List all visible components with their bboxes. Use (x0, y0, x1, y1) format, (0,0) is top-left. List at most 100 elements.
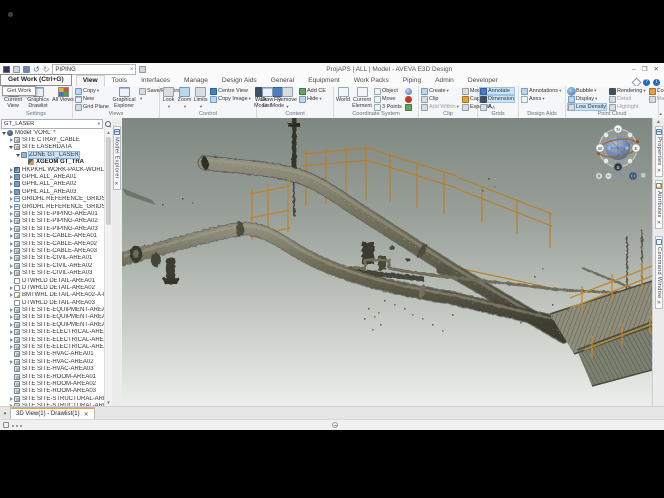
tree-expander-icon[interactable] (8, 233, 14, 240)
tree-item[interactable]: GRIDHL REFERENCE_GRIDS (0, 196, 104, 203)
ribbon-tab-admin[interactable]: Admin (428, 75, 461, 86)
graphical-explorer-button[interactable]: Graphical Explorer (111, 87, 137, 110)
display-button[interactable]: Display▾ (567, 95, 607, 103)
ribbon-tab-manage[interactable]: Manage (177, 75, 215, 86)
tree-scrollbar[interactable]: ▲ ▼ (104, 129, 112, 406)
tree-expander-icon[interactable] (8, 240, 14, 247)
tree-expander-icon[interactable] (8, 210, 14, 217)
tree-expander-icon[interactable] (8, 255, 14, 262)
object-button[interactable]: Object (373, 87, 403, 95)
new-view-button[interactable]: New (74, 95, 110, 103)
tree-expander-icon[interactable] (8, 218, 14, 225)
splitter-icon[interactable] (332, 422, 338, 428)
tree-item[interactable]: SITE SITE-ELECTRICAL-AREA01 (0, 329, 104, 336)
tree-item[interactable]: XGEOM GT_TRA (0, 159, 104, 166)
panel-tab-attributes[interactable]: Attributes✕ (655, 180, 663, 229)
highlight-button[interactable]: Highlight (608, 103, 647, 111)
scroll-down-icon[interactable]: ▼ (105, 399, 112, 406)
detail-button[interactable]: Detail (608, 95, 647, 103)
tree-item[interactable]: SITE SITE-CABLE-AREA02 (0, 240, 104, 247)
clear-icon[interactable]: × (130, 67, 134, 73)
scroll-up-icon[interactable]: ▲ (105, 129, 112, 136)
ribbon-tab-piping[interactable]: Piping (396, 75, 428, 86)
tree-item[interactable]: SITE SITE-CIVIL-AREA02 (0, 262, 104, 269)
bubble-button[interactable]: Bubble▾ (567, 87, 607, 95)
tree-expander-icon[interactable] (8, 344, 14, 351)
hide-button[interactable]: Hide▾ (298, 95, 327, 103)
chevron-down-icon[interactable]: ▾ (98, 121, 100, 127)
all-views-button[interactable]: All Views (51, 87, 75, 104)
tree-item[interactable]: GPHL ALL_AREA02 (0, 181, 104, 188)
tree-expander-icon[interactable] (8, 307, 14, 314)
tree-item[interactable]: SITE SITE-CIVIL-AREA03 (0, 269, 104, 276)
tree-item[interactable]: SITE SITE-CABLE-AREA03 (0, 247, 104, 254)
coord-globe-button[interactable] (404, 87, 414, 95)
help-icon[interactable]: ? (643, 79, 650, 86)
ribbon-tab-interfaces[interactable]: Interfaces (134, 75, 177, 86)
move-button[interactable]: Move (373, 95, 403, 103)
select-icon[interactable] (23, 66, 30, 73)
ribbon-tab-work-packs[interactable]: Work Packs (347, 75, 396, 86)
centre-view-button[interactable]: Centre View (209, 87, 252, 95)
tree-expander-icon[interactable] (8, 181, 14, 188)
ribbon-tab-get-work-ctrl-g-[interactable]: Get Work (Ctrl+G) (0, 74, 72, 86)
annotations-button[interactable]: Annotations▾ (520, 87, 562, 95)
clip-create-button[interactable]: Create▾ (420, 87, 460, 95)
save-icon[interactable] (13, 66, 20, 73)
tree-item[interactable]: SITE CTRAY_CABLE (0, 136, 104, 143)
tree-item[interactable]: SITE SITE-ROOM-AREA01 (0, 373, 104, 380)
three-points-button[interactable]: 3 Points (373, 103, 403, 111)
panel-tab-properties[interactable]: Properties✕ (655, 126, 663, 177)
remove-button[interactable]: Remove▾ (277, 87, 297, 110)
pin-icon[interactable] (139, 66, 146, 73)
tree-expander-icon[interactable] (8, 336, 14, 343)
ribbon-tab-view[interactable]: View (76, 75, 105, 86)
tree-item[interactable]: DTWRLD DETAIL-AREA01 (0, 277, 104, 284)
tree-item[interactable]: SITE SITE-HVAC-AREA02 (0, 358, 104, 365)
tree-expander-icon[interactable] (8, 166, 14, 173)
app-icon[interactable] (3, 66, 10, 73)
tree-item[interactable]: SITE SITE-ROOM-AREA02 (0, 380, 104, 387)
tree-expander-icon[interactable] (8, 270, 14, 277)
tree-item[interactable]: SITE SITE-EQUIPMENT-AREA02 (0, 314, 104, 321)
tree-item[interactable]: SITE SITE-HVAC-AREA03 (0, 366, 104, 373)
tree-expander-icon[interactable] (8, 196, 14, 203)
ribbon-tab-developer[interactable]: Developer (461, 75, 505, 86)
axes-button[interactable]: Axes▾ (520, 95, 562, 103)
tree-item[interactable]: SITE SITE-PIPING-AREA01 (0, 210, 104, 217)
tree-expander-icon[interactable] (8, 314, 14, 321)
viewport-3d[interactable]: N E S W (122, 118, 652, 406)
copy-view-button[interactable]: Copy▾ (74, 87, 110, 95)
tree-item[interactable]: SITE SITE-ELECTRICAL-AREA02 (0, 336, 104, 343)
tree-item[interactable]: HKPKHL WORK-PACK-WORLD001 (0, 166, 104, 173)
draw-list-button[interactable]: Draw List (258, 87, 276, 110)
coord-red-button[interactable] (404, 95, 414, 103)
tree-expander-icon[interactable] (8, 247, 14, 254)
tree-expander-icon[interactable] (8, 321, 14, 328)
tree-expander-icon[interactable] (8, 137, 14, 144)
tree-item[interactable]: GPHL ALL_AREA03 (0, 188, 104, 195)
tree-expander-icon[interactable] (8, 188, 14, 195)
tree-item[interactable]: SITE SITE-PIPING-AREA03 (0, 225, 104, 232)
current-element-button[interactable]: Current Element (352, 87, 372, 110)
tree-item[interactable]: BMTWRL DETAIL-AREA02-A-DRWG (0, 292, 104, 299)
tree-expander-icon[interactable] (8, 329, 14, 336)
world-button[interactable]: World (335, 87, 351, 104)
restore-icon[interactable]: ❐ (642, 63, 648, 76)
ribbon-tab-tools[interactable]: Tools (105, 75, 134, 86)
zoom-button[interactable]: Zoom▾ (177, 87, 192, 110)
tree-expander-icon[interactable] (1, 129, 7, 136)
coord-green-button[interactable] (404, 103, 414, 111)
grid-plane-button[interactable]: Grid Plane (74, 103, 110, 111)
tree-expander-icon[interactable] (15, 151, 21, 158)
tree-item[interactable]: SITE SITE-ELECTRICAL-AREA03 (0, 343, 104, 350)
tree-expander-icon[interactable] (8, 284, 14, 291)
tree-item[interactable]: SITE SITE-PIPING-AREA02 (0, 218, 104, 225)
tree-item[interactable]: SITE SITE-CIVIL-AREA01 (0, 255, 104, 262)
scroll-up-icon[interactable]: ▲ (656, 119, 661, 125)
tree-item[interactable]: DTWRLD DETAIL-AREA02 (0, 284, 104, 291)
search-icon[interactable] (104, 120, 111, 128)
tree-expander-icon[interactable] (8, 203, 14, 210)
tree-item[interactable]: SITE SITE-STRUCTURAL-AREA01 (0, 395, 104, 402)
close-icon[interactable]: ✕ (657, 168, 661, 174)
